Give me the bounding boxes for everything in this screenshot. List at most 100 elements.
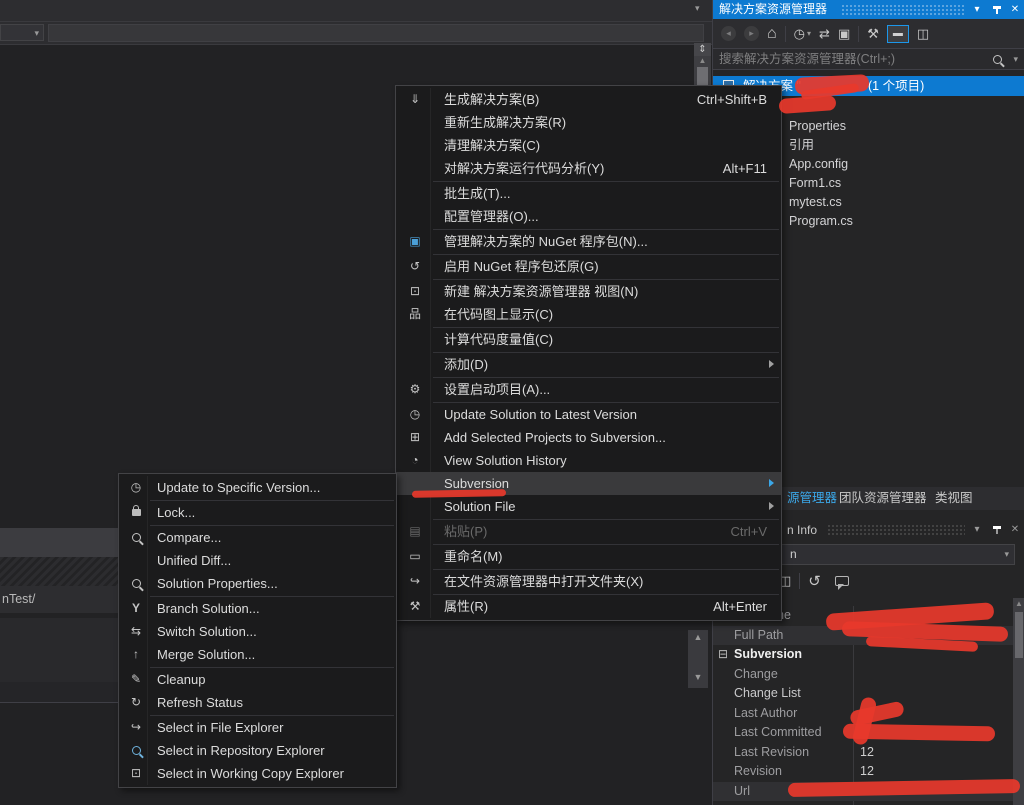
- menu-item-rename[interactable]: ▭重命名(M): [396, 545, 781, 568]
- chevron-down-icon[interactable]: ▾: [1013, 49, 1018, 69]
- background-small-scrollbar[interactable]: ▲ ▼: [688, 630, 708, 688]
- menu-item-show-on-code-map[interactable]: 品在代码图上显示(C): [396, 303, 781, 326]
- tab-class-view[interactable]: 类视图: [935, 487, 973, 510]
- comment-icon[interactable]: [835, 576, 849, 586]
- show-all-files-icon[interactable]: ▬: [887, 25, 909, 43]
- open-folder-arrow-icon: ↪: [404, 570, 426, 593]
- search-icon[interactable]: [993, 55, 1002, 64]
- menu-item-solution-properties[interactable]: Solution Properties...: [119, 572, 396, 595]
- menu-item-add[interactable]: 添加(D): [396, 353, 781, 376]
- refresh-icon[interactable]: ⇄: [819, 26, 830, 42]
- collapse-expander-icon[interactable]: ⊟: [718, 645, 728, 665]
- prop-change[interactable]: Change: [713, 665, 1013, 685]
- home-icon[interactable]: ⌂: [767, 25, 777, 43]
- menu-item-cleanup[interactable]: ✎Cleanup: [119, 668, 396, 691]
- menu-label: Select in Working Copy Explorer: [157, 766, 344, 781]
- menu-item-set-startup-projects[interactable]: ⚙设置启动项目(A)...: [396, 378, 781, 401]
- search-input[interactable]: 搜索解决方案资源管理器(Ctrl+;) ▾: [713, 48, 1024, 70]
- chevron-down-icon[interactable]: ▾: [807, 29, 811, 38]
- menu-shortcut: Ctrl+Shift+B: [697, 88, 767, 111]
- tab-solution-explorer[interactable]: 源管理器: [787, 487, 837, 510]
- solution-explorer-title-bar[interactable]: 解决方案资源管理器 ▾ ✕: [713, 0, 1024, 19]
- prop-revision[interactable]: Revision12: [713, 762, 1013, 782]
- prop-label: Last Revision: [734, 745, 809, 759]
- prop-label: Revision: [734, 764, 782, 778]
- pending-changes-filter-icon[interactable]: ◷: [794, 26, 805, 42]
- close-icon[interactable]: ✕: [1007, 0, 1023, 19]
- toolbar-separator: [858, 26, 859, 42]
- scrollbar-thumb[interactable]: [697, 67, 708, 85]
- menu-label: 启用 NuGet 程序包还原(G): [444, 259, 599, 274]
- menu-item-switch-solution[interactable]: ⇆Switch Solution...: [119, 620, 396, 643]
- menu-item-refresh-status[interactable]: ↻Refresh Status: [119, 691, 396, 714]
- scroll-up-arrow-icon[interactable]: ▲: [688, 630, 708, 644]
- window-position-chevron-icon[interactable]: ▾: [969, 520, 985, 539]
- menu-label: 在代码图上显示(C): [444, 307, 553, 322]
- background-hatched-strip: [0, 557, 120, 586]
- menu-item-lock[interactable]: Lock...: [119, 501, 396, 524]
- prop-last-revision[interactable]: Last Revision12: [713, 743, 1013, 763]
- chevron-down-icon[interactable]: ▾: [695, 3, 700, 14]
- back-icon[interactable]: ◂: [721, 26, 736, 41]
- menu-item-calculate-code-metrics[interactable]: 计算代码度量值(C): [396, 328, 781, 351]
- cleanup-brush-icon: ✎: [127, 668, 145, 691]
- scrollbar-thumb[interactable]: [1015, 612, 1023, 658]
- history-clock-icon: ◔: [404, 449, 426, 472]
- menu-item-clean-solution[interactable]: 清理解决方案(C): [396, 134, 781, 157]
- menu-label: 对解决方案运行代码分析(Y): [444, 161, 604, 176]
- menu-item-merge-solution[interactable]: ↑Merge Solution...: [119, 643, 396, 666]
- menu-item-update-to-specific-version[interactable]: ◷Update to Specific Version...: [119, 476, 396, 499]
- window-position-chevron-icon[interactable]: ▾: [969, 0, 985, 19]
- menu-label: 管理解决方案的 NuGet 程序包(N)...: [444, 234, 648, 249]
- curved-arrow-icon: ↪: [127, 716, 145, 739]
- combo-value-fragment: n: [790, 545, 797, 564]
- menu-item-unified-diff[interactable]: Unified Diff...: [119, 549, 396, 572]
- menu-item-update-solution-latest[interactable]: ◷Update Solution to Latest Version: [396, 403, 781, 426]
- close-icon[interactable]: ✕: [1007, 520, 1023, 539]
- collapse-all-icon[interactable]: ▣: [838, 26, 850, 42]
- grid-scrollbar[interactable]: ▲: [1013, 598, 1024, 805]
- menu-label: Select in File Explorer: [157, 720, 283, 735]
- menu-shortcut: Alt+F11: [723, 157, 767, 180]
- sync-with-active-document-icon[interactable]: ◫: [917, 26, 929, 42]
- splitter-handle-icon[interactable]: ⇕: [694, 43, 711, 56]
- menu-item-view-solution-history[interactable]: ◔View Solution History: [396, 449, 781, 472]
- scroll-up-arrow-icon[interactable]: ▲: [694, 56, 711, 66]
- tab-team-explorer[interactable]: 团队资源管理器: [839, 487, 927, 510]
- menu-label: 清理解决方案(C): [444, 138, 540, 153]
- menu-item-build-solution[interactable]: ⇓生成解决方案(B)Ctrl+Shift+B: [396, 88, 781, 111]
- prop-label: Change List: [734, 686, 801, 700]
- menu-item-rebuild-solution[interactable]: 重新生成解决方案(R): [396, 111, 781, 134]
- menu-item-new-solution-explorer-view[interactable]: ⊡新建 解决方案资源管理器 视图(N): [396, 280, 781, 303]
- menu-item-branch-solution[interactable]: YBranch Solution...: [119, 597, 396, 620]
- menu-item-select-in-repository-explorer[interactable]: Select in Repository Explorer: [119, 739, 396, 762]
- menu-item-select-in-file-explorer[interactable]: ↪ Select in File Explorer: [119, 716, 396, 739]
- menu-item-select-in-working-copy-explorer[interactable]: ⊡Select in Working Copy Explorer: [119, 762, 396, 785]
- menu-item-compare[interactable]: Compare...: [119, 526, 396, 549]
- menu-item-open-folder-in-explorer[interactable]: ↪在文件资源管理器中打开文件夹(X): [396, 570, 781, 593]
- editor-vertical-scrollbar[interactable]: ⇕ ▲: [694, 43, 711, 87]
- menu-shortcut: Alt+Enter: [713, 595, 767, 618]
- menu-item-configuration-manager[interactable]: 配置管理器(O)...: [396, 205, 781, 228]
- menu-item-batch-build[interactable]: 批生成(T)...: [396, 182, 781, 205]
- menu-item-solution-file[interactable]: Solution File: [396, 495, 781, 518]
- menu-item-paste[interactable]: ▤粘贴(P)Ctrl+V: [396, 520, 781, 543]
- menu-item-properties[interactable]: ⚒属性(R)Alt+Enter: [396, 595, 781, 618]
- menu-item-enable-nuget-restore[interactable]: ↺启用 NuGet 程序包还原(G): [396, 255, 781, 278]
- menu-item-manage-nuget-packages[interactable]: ▣管理解决方案的 NuGet 程序包(N)...: [396, 230, 781, 253]
- build-icon: ⇓: [404, 88, 426, 111]
- scroll-down-arrow-icon[interactable]: ▼: [688, 670, 708, 684]
- menu-label: 添加(D): [444, 357, 488, 372]
- properties-wrench-icon[interactable]: ⚒: [867, 26, 879, 42]
- scroll-up-arrow-icon[interactable]: ▲: [1013, 598, 1024, 610]
- menu-label: 新建 解决方案资源管理器 视图(N): [444, 284, 638, 299]
- background-path-row: nTest/: [0, 586, 120, 613]
- toolbar-dropdown[interactable]: ▾: [0, 24, 44, 41]
- history-icon[interactable]: ↺: [808, 572, 821, 590]
- menu-item-add-projects-to-subversion[interactable]: ⊞Add Selected Projects to Subversion...: [396, 426, 781, 449]
- menu-label: Switch Solution...: [157, 624, 257, 639]
- panel-title: 解决方案资源管理器: [713, 2, 827, 16]
- menu-item-run-code-analysis[interactable]: 对解决方案运行代码分析(Y) Alt+F11: [396, 157, 781, 180]
- forward-icon[interactable]: ▸: [744, 26, 759, 41]
- menu-label: Lock...: [157, 505, 195, 520]
